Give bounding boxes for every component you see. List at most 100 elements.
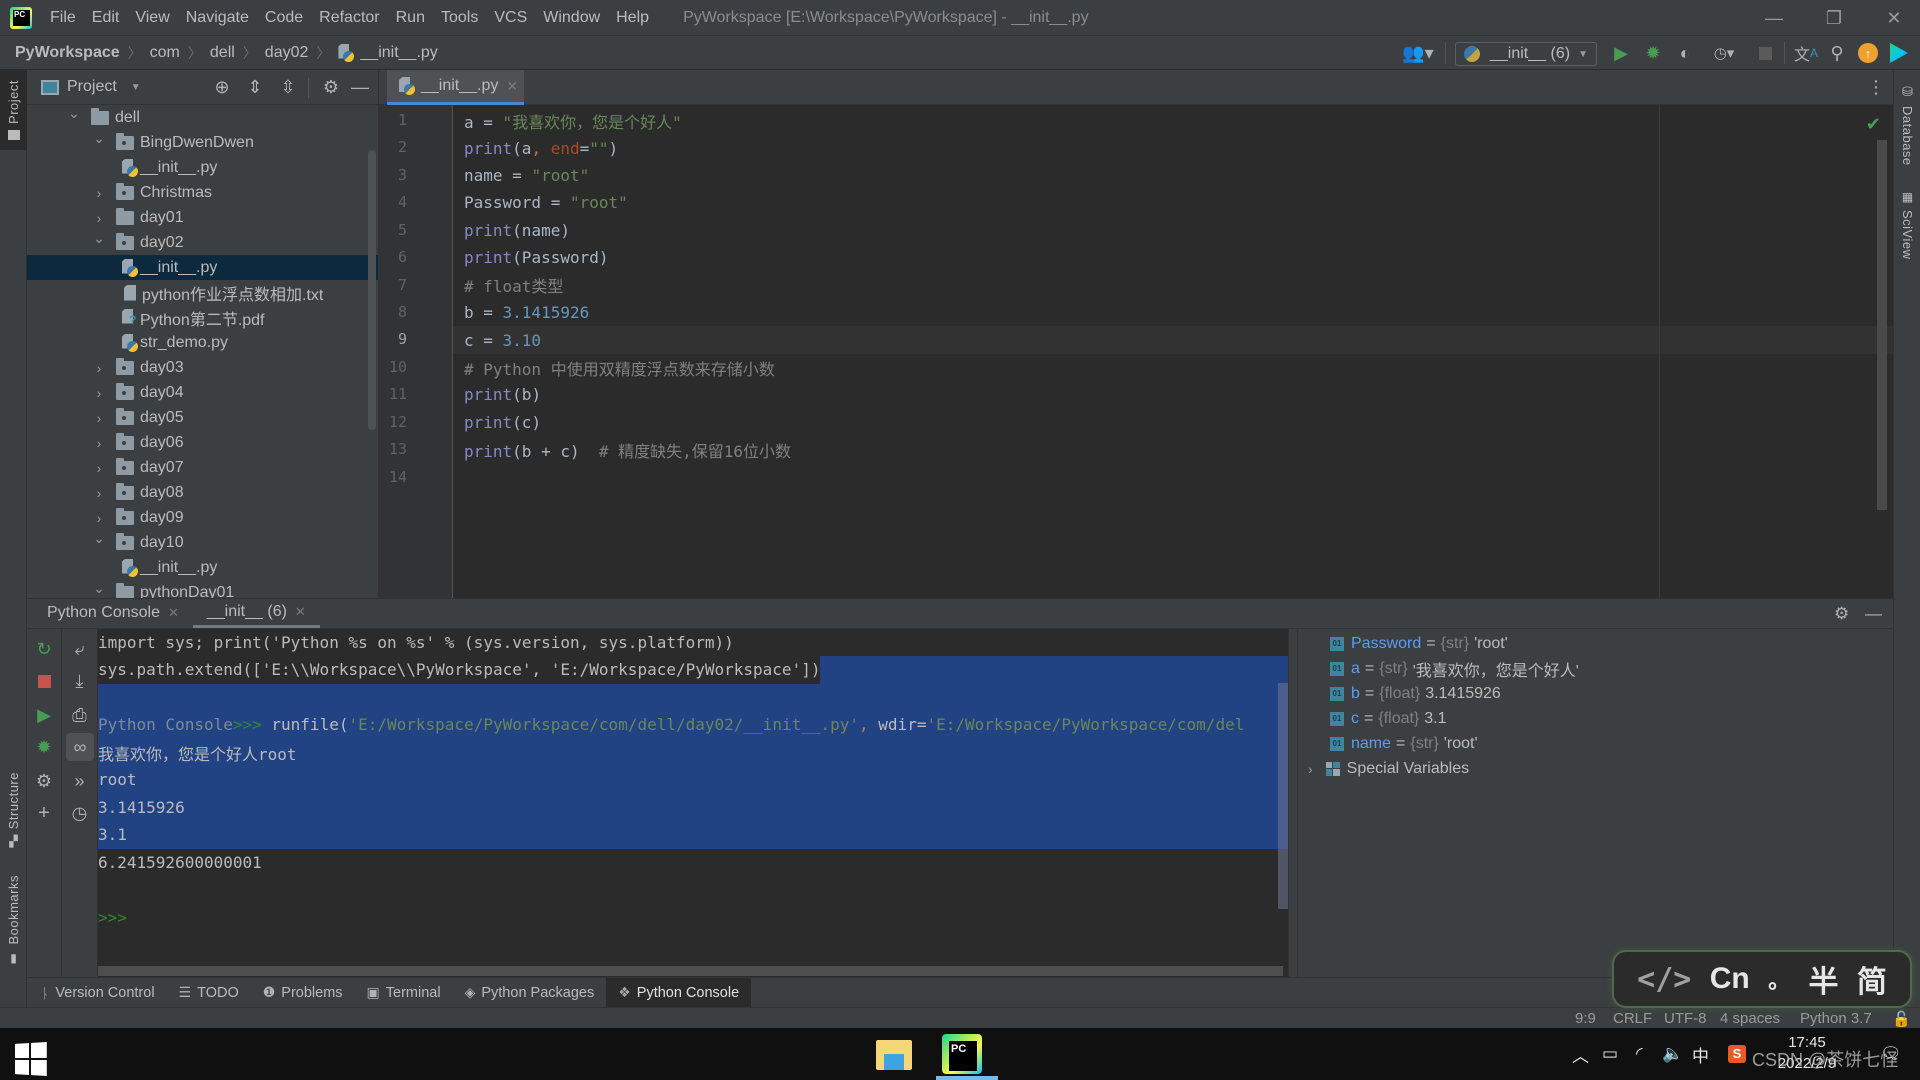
chevron-down-icon[interactable]: ⌄ (92, 530, 106, 547)
stop-icon[interactable] (1754, 36, 1776, 70)
print-icon[interactable]: ⎙ (62, 701, 97, 729)
history-icon[interactable]: ◷ (62, 799, 97, 827)
ime-toolbar[interactable]: </> Cn 。 半 简 (1612, 950, 1912, 1008)
menu-refactor[interactable]: Refactor (311, 9, 387, 27)
run-configuration-select[interactable]: __init__ (6) ▼ (1455, 42, 1597, 66)
chevron-down-icon[interactable]: ▼ (131, 82, 141, 93)
breadcrumb-project[interactable]: PyWorkspace (15, 44, 120, 62)
breadcrumb-dell[interactable]: dell (210, 44, 235, 62)
update-icon[interactable]: ↑ (1855, 36, 1881, 70)
tree-item[interactable]: › day04 (27, 380, 378, 405)
ime-language-indicator[interactable]: 中 (1692, 1028, 1709, 1080)
show-hidden-icons-icon[interactable]: ︿ (1572, 1028, 1589, 1080)
variable-row[interactable]: 01 a = {str} '我喜欢你，您是个好人' (1330, 656, 1579, 681)
chevron-right-icon[interactable]: › (92, 210, 106, 226)
show-variables-icon[interactable]: ∞ (66, 733, 94, 761)
chevron-right-icon[interactable]: › (92, 510, 106, 526)
tree-item[interactable]: › day06 (27, 430, 378, 455)
settings-icon[interactable]: ⚙ (27, 767, 61, 795)
inspection-ok-icon[interactable]: ✔ (1866, 114, 1881, 135)
tree-item[interactable]: › day03 (27, 355, 378, 380)
ime-mode-toggle[interactable]: Cn (1710, 962, 1750, 996)
translate-icon[interactable]: 文A (1792, 36, 1820, 70)
line-number[interactable]: 5 (379, 217, 407, 244)
close-window-button[interactable]: ✕ (1864, 0, 1920, 36)
chevron-down-icon[interactable]: ⌄ (67, 105, 81, 122)
console-vertical-scrollbar[interactable] (1278, 683, 1288, 909)
chevron-down-icon[interactable]: ⌄ (92, 230, 106, 247)
search-icon[interactable]: ⚲ (1824, 36, 1850, 70)
minimize-button[interactable]: — (1744, 0, 1804, 36)
console-horizontal-scrollbar[interactable] (98, 966, 1283, 976)
vcs-user-icon[interactable]: 👥▾ (1400, 36, 1436, 70)
console-tab-init[interactable]: __init__ (6) ✕ (192, 598, 320, 628)
profile-icon[interactable]: ◷▾ (1704, 36, 1744, 70)
breadcrumb-file[interactable]: __init__.py (360, 44, 437, 62)
chevron-right-icon[interactable]: › (1308, 761, 1313, 777)
windows-start-icon[interactable] (14, 1042, 47, 1076)
menu-help[interactable]: Help (608, 9, 657, 27)
debug-icon[interactable]: ✹ (27, 733, 61, 761)
menu-code[interactable]: Code (257, 9, 311, 27)
python-interpreter[interactable]: Python 3.7 (1800, 1008, 1872, 1029)
more-options-icon[interactable]: ⋮ (1867, 70, 1885, 105)
line-separator[interactable]: CRLF (1613, 1008, 1652, 1029)
variable-row[interactable]: 01 b = {float} 3.1415926 (1330, 681, 1501, 706)
console-tab-python-console[interactable]: Python Console ✕ (27, 598, 193, 628)
console-input-line[interactable]: >>> (98, 904, 127, 932)
line-number[interactable]: 13 (379, 436, 407, 463)
tree-item[interactable]: ⌄ dell (27, 105, 378, 130)
execute-icon[interactable]: ▶ (27, 701, 61, 729)
tree-item[interactable]: ⌄ pythonDay01 (27, 580, 378, 598)
tree-item[interactable]: › day07 (27, 455, 378, 480)
tree-item[interactable]: str_demo.py (27, 330, 378, 355)
indent-setting[interactable]: 4 spaces (1720, 1008, 1780, 1029)
variable-row[interactable]: 01 Password = {str} 'root' (1330, 631, 1508, 656)
soft-wrap-icon[interactable]: ⤶ (62, 635, 97, 663)
stripe-tab-structure[interactable]: Structure ▞ (0, 760, 27, 860)
stripe-tab-project[interactable]: Project (0, 70, 27, 150)
chevron-right-icon[interactable]: › (92, 360, 106, 376)
hide-panel-icon[interactable]: — (1865, 599, 1882, 629)
hide-panel-icon[interactable]: — (345, 70, 375, 105)
tree-item[interactable]: › day09 (27, 505, 378, 530)
tool-window-terminal[interactable]: ▣ Terminal (355, 978, 453, 1007)
chevron-right-icon[interactable]: › (92, 185, 106, 201)
menu-view[interactable]: View (127, 9, 177, 27)
tree-item[interactable]: __init__.py (27, 555, 378, 580)
expand-all-icon[interactable]: ⇕ (240, 70, 270, 105)
editor-scrollbar[interactable] (1877, 140, 1887, 510)
tree-item[interactable]: › day01 (27, 205, 378, 230)
stop-icon[interactable] (27, 667, 61, 695)
tool-window-version-control[interactable]: ᚿ Version Control (29, 978, 167, 1007)
battery-icon[interactable]: ▭ (1602, 1028, 1618, 1080)
menu-window[interactable]: Window (535, 9, 608, 27)
ime-width-toggle[interactable]: 半 (1808, 957, 1838, 1001)
restore-button[interactable]: ❐ (1804, 0, 1864, 36)
run-icon[interactable]: ▶ (1608, 36, 1634, 70)
ime-code-icon[interactable]: </> (1637, 962, 1691, 997)
tree-item[interactable]: › Christmas (27, 180, 378, 205)
volume-icon[interactable]: 🔈 (1662, 1028, 1683, 1080)
tree-item[interactable]: › day05 (27, 405, 378, 430)
project-view-selector[interactable]: Project (67, 78, 117, 96)
editor-tab-init-py[interactable]: __init__.py ✕ (387, 70, 524, 105)
console-output[interactable]: import sys; print('Python %s on %s' % (s… (98, 629, 1288, 978)
close-tab-icon[interactable]: ✕ (168, 605, 179, 621)
scroll-to-end-icon[interactable]: ⤓ (62, 667, 97, 695)
chevron-right-icon[interactable]: › (92, 435, 106, 451)
chevron-down-icon[interactable]: ⌄ (92, 580, 106, 597)
special-variables-row[interactable]: › Special Variables (1308, 756, 1469, 781)
ime-script-toggle[interactable]: 简 (1857, 957, 1887, 1001)
stripe-tab-sciview[interactable]: ▦ SciView (1894, 190, 1920, 280)
line-number[interactable]: 14 (379, 464, 407, 491)
line-number[interactable]: 9 (379, 326, 407, 353)
breadcrumb-com[interactable]: com (150, 44, 180, 62)
code-area[interactable]: a = "我喜欢你，您是个好人" print(a, end="") name = "… (453, 105, 1894, 598)
toolbox-icon[interactable] (1886, 36, 1912, 70)
tool-window-problems[interactable]: ❶ Problems (251, 978, 355, 1007)
collapse-all-icon[interactable]: ⇳ (273, 70, 303, 105)
wifi-icon[interactable]: ◜ (1636, 1028, 1643, 1080)
tree-item[interactable]: ⌄ day02 (27, 230, 378, 255)
command-queue-icon[interactable]: » (62, 767, 97, 795)
